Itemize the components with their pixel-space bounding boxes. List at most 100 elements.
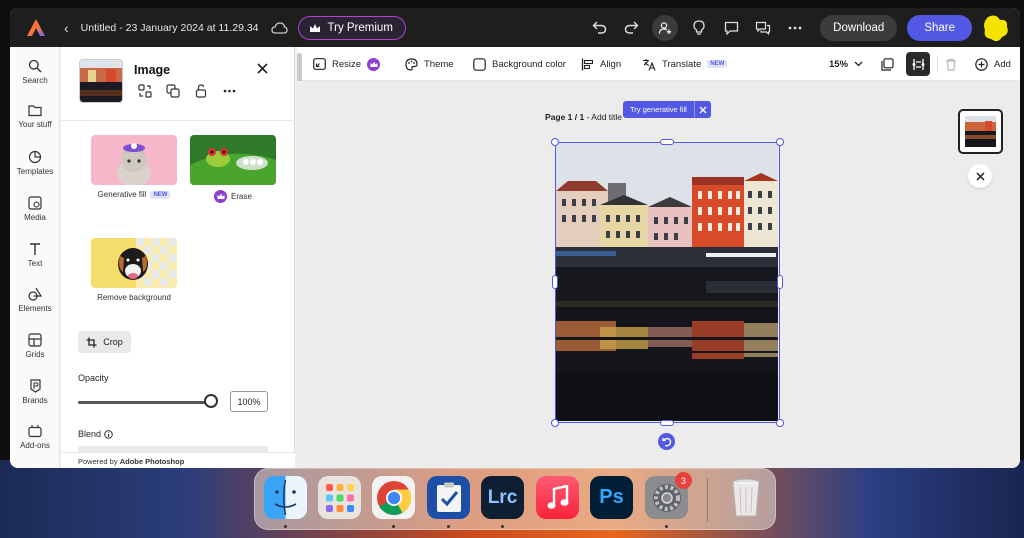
comment-icon[interactable] <box>720 17 742 39</box>
dock-lightroom-classic[interactable]: Lrc <box>481 476 524 519</box>
running-indicator <box>284 525 287 528</box>
resize-handle-left[interactable] <box>552 275 558 289</box>
background-color-button[interactable]: Background color <box>473 47 566 81</box>
opacity-input[interactable]: 100% <box>230 391 268 412</box>
dock-trash[interactable] <box>724 476 767 519</box>
invite-user-icon[interactable] <box>652 14 679 41</box>
resize-handle-right[interactable] <box>777 275 783 289</box>
pages-button[interactable] <box>881 47 894 81</box>
rail-item-media[interactable]: Media <box>10 192 60 234</box>
resize-label: Resize <box>332 58 362 70</box>
design-canvas: Page 1 / 1 - Add title Try generative fi… <box>297 81 1020 468</box>
close-icon[interactable] <box>968 164 992 188</box>
premium-crown-icon <box>367 57 381 71</box>
dock-chrome[interactable] <box>372 476 415 519</box>
back-chevron-icon[interactable]: ‹ <box>64 20 69 36</box>
erase-card[interactable]: Erase <box>190 135 276 203</box>
photoshop-icon: Ps <box>599 486 624 508</box>
opacity-slider-track[interactable] <box>78 401 211 404</box>
resize-handle-bottom-left[interactable] <box>551 419 559 427</box>
music-note-icon <box>547 484 568 509</box>
panel-title: Image <box>134 63 171 77</box>
close-icon[interactable] <box>257 61 268 79</box>
folder-icon <box>28 105 42 117</box>
generative-fill-tooltip[interactable]: Try generative fill <box>623 101 711 118</box>
panel-divider <box>61 120 295 121</box>
selected-image[interactable] <box>555 142 780 423</box>
chat-icon[interactable] <box>752 17 774 39</box>
close-icon[interactable] <box>693 101 711 118</box>
rail-item-grids[interactable]: Grids <box>10 329 60 371</box>
resize-button[interactable]: Resize <box>313 47 381 81</box>
redo-icon[interactable] <box>620 17 642 39</box>
theme-button[interactable]: Theme <box>405 47 454 81</box>
rail-item-elements[interactable]: Elements <box>10 283 60 325</box>
cloud-sync-icon[interactable] <box>270 21 288 34</box>
resize-handle-top-left[interactable] <box>551 138 559 146</box>
resize-handle-top[interactable] <box>660 139 674 145</box>
share-button[interactable]: Share <box>907 14 972 41</box>
layout-toggle-button[interactable] <box>906 52 930 76</box>
resize-handle-top-right[interactable] <box>776 138 784 146</box>
dock-system-settings[interactable]: 3 <box>645 472 692 519</box>
dock-tasks[interactable] <box>427 476 470 519</box>
crop-icon <box>86 337 97 347</box>
finder-icon <box>274 479 297 516</box>
resize-handle-bottom-right[interactable] <box>776 419 784 427</box>
premium-label: Try Premium <box>327 21 393 34</box>
launchpad-icon <box>325 483 354 512</box>
crop-button[interactable]: Crop <box>78 331 131 353</box>
text-icon <box>30 243 40 255</box>
chrome-icon <box>376 480 411 515</box>
page-thumbnail[interactable] <box>958 109 1003 154</box>
adobe-express-logo-icon[interactable] <box>26 18 46 38</box>
remove-background-card[interactable]: Remove background <box>91 238 177 302</box>
opacity-slider-thumb[interactable] <box>204 394 218 408</box>
info-icon[interactable] <box>104 429 113 439</box>
notification-badge: 3 <box>675 472 692 489</box>
download-button[interactable]: Download <box>820 14 898 41</box>
nyhavn-photo <box>556 143 778 421</box>
dock-photoshop[interactable]: Ps <box>590 476 633 519</box>
selected-image-thumbnail <box>79 59 123 103</box>
document-title[interactable]: Untitled - 23 January 2024 at 11.29.34 <box>81 22 259 34</box>
duplicate-icon[interactable] <box>165 83 181 99</box>
rail-item-brands[interactable]: Brands <box>10 375 60 417</box>
user-avatar[interactable] <box>982 14 1010 42</box>
dock-music[interactable] <box>536 476 579 519</box>
rail-item-search[interactable]: Search <box>10 55 60 97</box>
rail-item-text[interactable]: Text <box>10 238 60 280</box>
page-label[interactable]: Page 1 / 1 - Add title <box>545 112 622 122</box>
generative-fill-tip-text: Try generative fill <box>630 105 687 114</box>
generative-fill-preview <box>91 135 177 185</box>
rail-label: Media <box>24 213 46 222</box>
zoom-dropdown[interactable]: 15% <box>829 47 863 81</box>
generative-fill-card[interactable]: Generative fill NEW <box>91 135 177 199</box>
templates-icon <box>28 150 42 164</box>
lightbulb-icon[interactable] <box>688 17 710 39</box>
unlock-icon[interactable] <box>193 83 209 99</box>
try-premium-button[interactable]: Try Premium <box>297 15 406 40</box>
rail-label: Grids <box>25 350 45 359</box>
new-badge: NEW <box>150 190 171 199</box>
rail-item-templates[interactable]: Templates <box>10 146 60 188</box>
more-options-icon[interactable] <box>784 17 806 39</box>
replace-image-icon[interactable] <box>137 83 153 99</box>
top-bar: ‹ Untitled - 23 January 2024 at 11.29.34… <box>10 8 1020 47</box>
generative-fill-label: Generative fill NEW <box>91 190 177 199</box>
lightroom-classic-icon: Lrc <box>487 486 518 508</box>
add-button[interactable]: Add <box>975 47 1011 81</box>
resize-handle-bottom[interactable] <box>660 420 674 426</box>
dock-launchpad[interactable] <box>318 476 361 519</box>
delete-button[interactable] <box>945 47 957 81</box>
align-button[interactable]: Align <box>581 47 621 81</box>
translate-button[interactable]: Translate NEW <box>642 47 728 81</box>
undo-icon[interactable] <box>588 17 610 39</box>
rail-item-add-ons[interactable]: Add-ons <box>10 420 60 462</box>
rail-item-your-stuff[interactable]: Your stuff <box>10 100 60 142</box>
more-icon[interactable] <box>221 83 237 99</box>
dock-finder[interactable] <box>264 476 307 519</box>
macos-dock: Lrc Ps 3 <box>254 468 776 530</box>
rotate-handle[interactable] <box>658 433 675 450</box>
running-indicator <box>447 525 450 528</box>
